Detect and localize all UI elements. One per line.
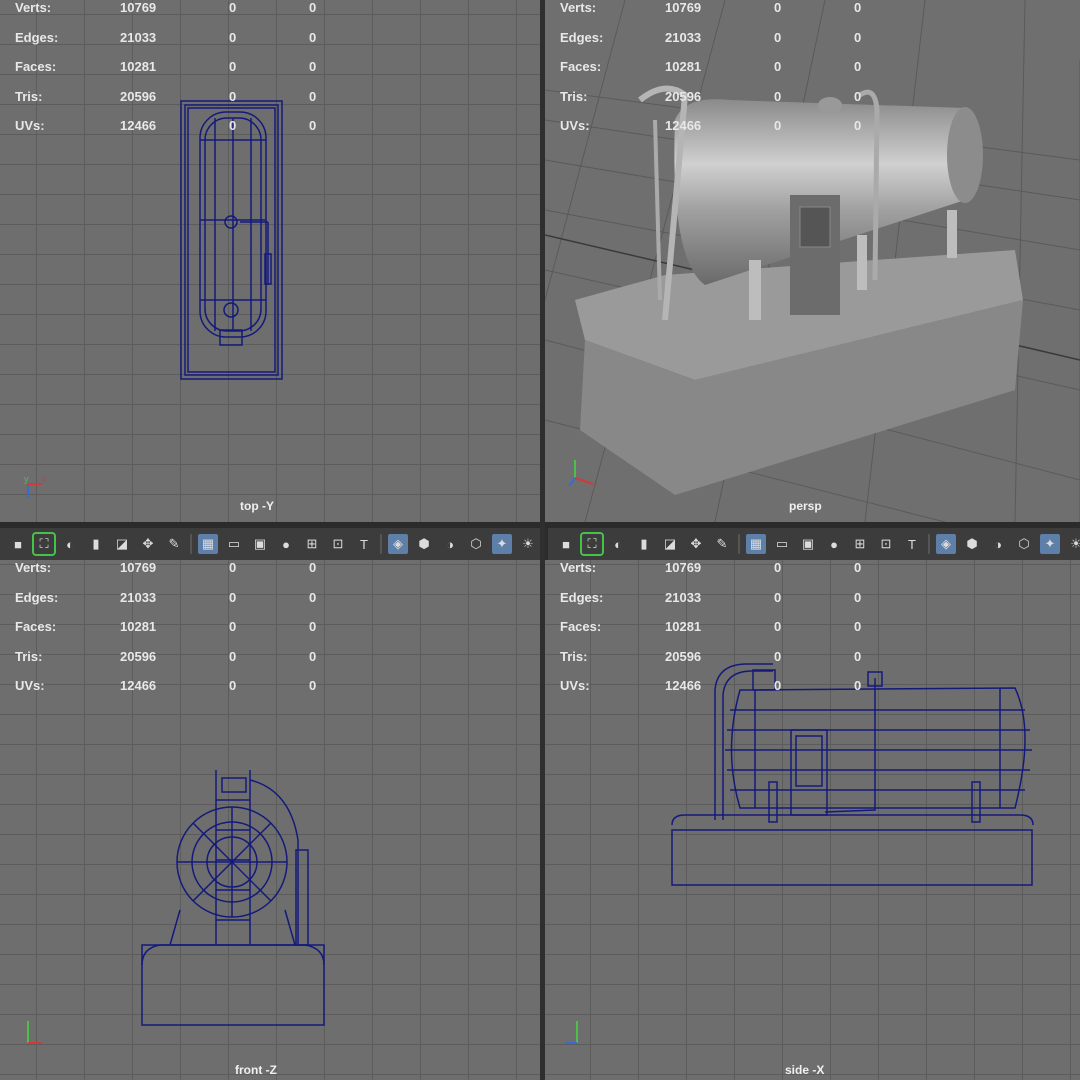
wireframe-icon[interactable]: ◈ (388, 534, 408, 554)
field-chart-icon[interactable]: ⊞ (302, 534, 322, 554)
viewport-label-persp: persp (789, 499, 822, 513)
grid-icon[interactable]: ▦ (746, 534, 766, 554)
two-d-pan-icon[interactable]: ✥ (138, 534, 158, 554)
camera-attributes-icon[interactable]: ◐ (608, 534, 628, 554)
gate-mask-icon[interactable]: ● (276, 534, 296, 554)
camera-attributes-icon[interactable]: ◐ (60, 534, 80, 554)
persp-tank-model[interactable] (545, 0, 1080, 522)
lights-icon[interactable]: ☀ (518, 534, 538, 554)
front-wireframe-model[interactable] (0, 560, 540, 1080)
two-d-pan-icon[interactable]: ✥ (686, 534, 706, 554)
safe-action-icon[interactable]: ⊡ (876, 534, 896, 554)
camera-icon[interactable]: ■ (8, 534, 28, 554)
grease-pencil-icon[interactable]: ✎ (712, 534, 732, 554)
wireframe-on-shaded-icon[interactable]: ⬡ (466, 534, 486, 554)
resolution-gate-icon[interactable]: ▣ (250, 534, 270, 554)
side-wireframe-model[interactable] (545, 560, 1080, 1080)
smooth-shade-icon[interactable]: ⬢ (414, 534, 434, 554)
grid-icon[interactable]: ▦ (198, 534, 218, 554)
axis-gizmo: yx (20, 470, 60, 510)
default-material-icon[interactable]: ◑ (440, 534, 460, 554)
image-plane-icon[interactable]: ◪ (112, 534, 132, 554)
top-wireframe-model[interactable] (0, 0, 540, 522)
xray-icon[interactable]: ✦ (1040, 534, 1060, 554)
bookmark-icon[interactable]: ▮ (634, 534, 654, 554)
lights-icon[interactable]: ☀ (1066, 534, 1080, 554)
axis-gizmo (565, 1015, 605, 1055)
viewport-label-top: top -Y (240, 499, 274, 513)
image-plane-icon[interactable]: ◪ (660, 534, 680, 554)
smooth-shade-icon[interactable]: ⬢ (962, 534, 982, 554)
axis-gizmo (20, 1015, 60, 1055)
grease-pencil-icon[interactable]: ✎ (164, 534, 184, 554)
default-material-icon[interactable]: ◑ (988, 534, 1008, 554)
field-chart-icon[interactable]: ⊞ (850, 534, 870, 554)
resolution-gate-icon[interactable]: ▣ (798, 534, 818, 554)
viewport-persp[interactable]: persp Verts: 10769 0 0 Edges: 21033 0 0 Faces:… (545, 0, 1080, 522)
viewport-toolbar-right: ■ ⛶ ◐ ▮ ◪ ✥ ✎ ▦ ▭ ▣ ● ⊞ ⊡ T ◈ ⬢ ◑ ⬡ ✦ ☀ (548, 528, 1080, 560)
viewport-front[interactable]: front -Z Verts: 10769 0 0 Edges: 21033 0 0 Fac… (0, 560, 540, 1080)
safe-title-icon[interactable]: T (902, 534, 922, 554)
axis-gizmo (565, 450, 605, 490)
viewport-label-front: front -Z (235, 1063, 277, 1077)
camera-icon[interactable]: ■ (556, 534, 576, 554)
viewport-side[interactable]: side -X Verts: 10769 0 0 Edges: 21033 0 0 Face… (545, 560, 1080, 1080)
xray-icon[interactable]: ✦ (492, 534, 512, 554)
safe-title-icon[interactable]: T (354, 534, 374, 554)
film-gate-icon[interactable]: ▭ (772, 534, 792, 554)
toolbar-separator (380, 534, 382, 554)
gate-mask-icon[interactable]: ● (824, 534, 844, 554)
wireframe-on-shaded-icon[interactable]: ⬡ (1014, 534, 1034, 554)
viewport-top[interactable]: Verts: 10769 0 0 Edges: 21033 0 0 Faces: 10281 0… (0, 0, 540, 522)
toolbar-separator (928, 534, 930, 554)
safe-action-icon[interactable]: ⊡ (328, 534, 348, 554)
viewport-label-side: side -X (785, 1063, 825, 1077)
frame-selected-icon[interactable]: ⛶ (580, 532, 604, 556)
toolbar-separator (190, 534, 192, 554)
svg-text:y: y (24, 474, 29, 484)
frame-selected-icon[interactable]: ⛶ (32, 532, 56, 556)
viewport-toolbar-left: ■ ⛶ ◐ ▮ ◪ ✥ ✎ ▦ ▭ ▣ ● ⊞ ⊡ T ◈ ⬢ ◑ ⬡ ✦ ☀ (0, 528, 540, 560)
wireframe-icon[interactable]: ◈ (936, 534, 956, 554)
film-gate-icon[interactable]: ▭ (224, 534, 244, 554)
bookmark-icon[interactable]: ▮ (86, 534, 106, 554)
svg-text:x: x (42, 474, 47, 484)
toolbar-separator (738, 534, 740, 554)
